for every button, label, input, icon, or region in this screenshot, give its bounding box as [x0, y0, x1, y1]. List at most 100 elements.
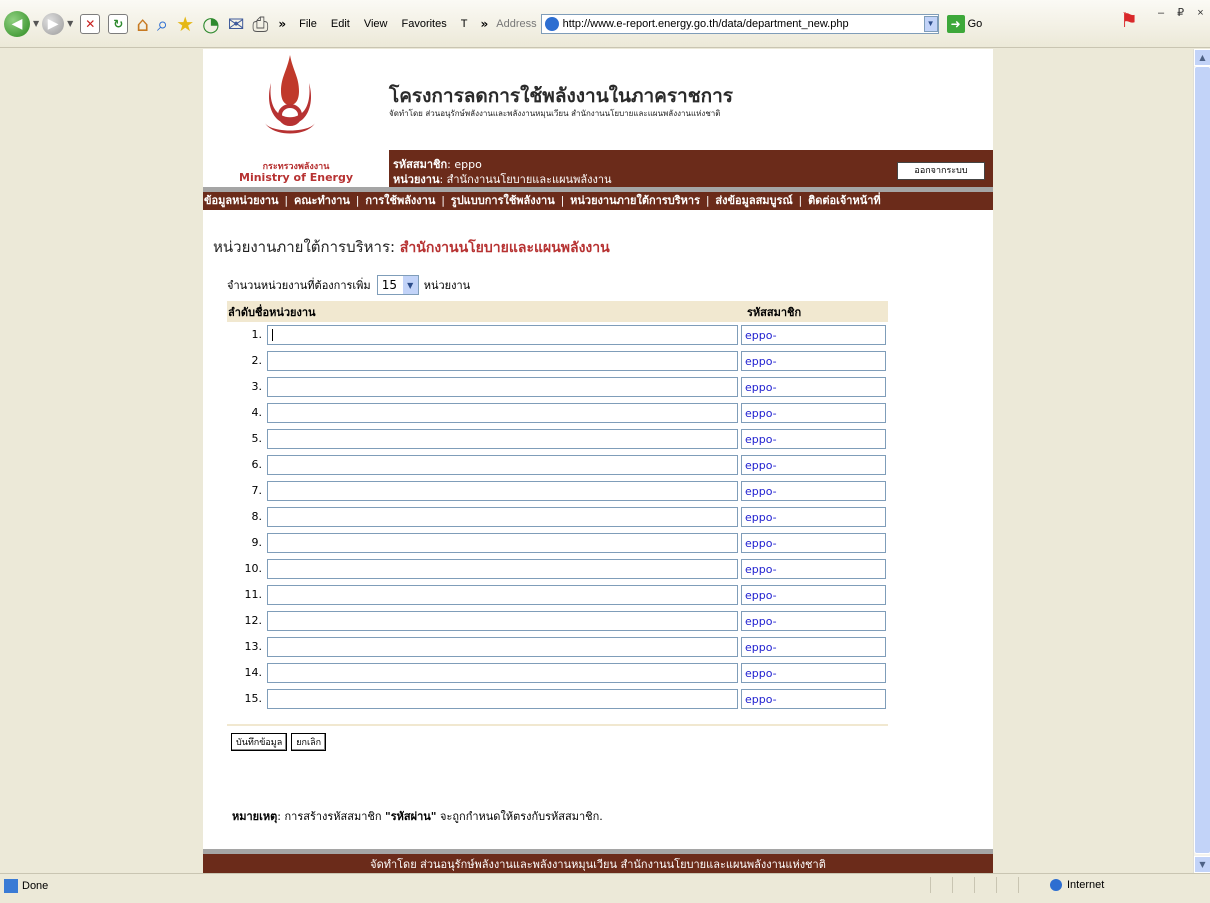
menu-edit[interactable]: Edit — [331, 18, 350, 30]
member-code-input[interactable]: eppo- — [741, 559, 886, 579]
address-bar[interactable]: http://www.e-report.energy.go.th/data/de… — [540, 13, 939, 34]
menu-file[interactable]: File — [299, 18, 317, 30]
menu-overflow-icon[interactable]: » — [480, 17, 488, 31]
table-row: 1. eppo- — [227, 322, 888, 348]
department-name-input[interactable] — [267, 377, 738, 397]
refresh-icon[interactable]: ↻ — [108, 13, 129, 34]
nav-item-sub-units[interactable]: หน่วยงานภายใต้การบริหาร — [570, 194, 700, 207]
menu-view[interactable]: View — [364, 18, 388, 30]
stop-icon[interactable]: ✕ — [80, 13, 101, 34]
table-row: 13. eppo- — [227, 634, 888, 660]
member-code-input[interactable]: eppo- — [741, 533, 886, 553]
logout-button[interactable]: ออกจากระบบ — [897, 162, 985, 180]
member-code-input[interactable]: eppo- — [741, 403, 886, 423]
home-icon[interactable]: ⌂ — [136, 12, 149, 36]
row-number: 13. — [244, 640, 263, 653]
table-row: 5. eppo- — [227, 426, 888, 452]
forward-dropdown-icon[interactable]: ▼ — [67, 19, 73, 28]
favorites-icon[interactable]: ★ — [176, 12, 194, 36]
department-name-input[interactable] — [267, 611, 738, 631]
nav-item-working-group[interactable]: คณะทำงาน — [294, 194, 350, 207]
nav-item-contact[interactable]: ติดต่อเจ้าหน้าที่ — [808, 194, 881, 207]
department-name-input[interactable] — [267, 637, 738, 657]
toolbar-overflow-icon[interactable]: » — [278, 17, 286, 31]
search-icon[interactable]: ⌕ — [157, 12, 168, 36]
department-name-input[interactable] — [267, 325, 738, 345]
go-button[interactable]: Go — [968, 18, 983, 30]
address-url: http://www.e-report.energy.go.th/data/de… — [562, 17, 849, 30]
table-row: 4. eppo- — [227, 400, 888, 426]
member-code-input[interactable]: eppo- — [741, 429, 886, 449]
member-code-input[interactable]: eppo- — [741, 377, 886, 397]
menu-tools[interactable]: T — [461, 18, 468, 30]
member-code-input[interactable]: eppo- — [741, 507, 886, 527]
forward-button[interactable]: ▶ — [42, 8, 65, 40]
nav-item-usage-pattern[interactable]: รูปแบบการใช้พลังงาน — [451, 194, 555, 207]
globe-icon — [1050, 879, 1062, 891]
count-select[interactable]: 15 ▼ — [376, 275, 419, 295]
member-code-input[interactable]: eppo- — [741, 585, 886, 605]
department-name-input[interactable] — [267, 559, 738, 579]
nav-item-unit-info[interactable]: ข้อมูลหน่วยงาน — [204, 194, 279, 207]
table-row: 14. eppo- — [227, 660, 888, 686]
count-unit: หน่วยงาน — [423, 279, 471, 292]
nav-separator: | — [441, 194, 445, 207]
nav-separator: | — [798, 194, 803, 207]
department-name-input[interactable] — [267, 507, 738, 527]
member-code-input[interactable]: eppo- — [741, 481, 886, 501]
web-page: โครงการลดการใช้พลังงานในภาคราชการ จัดทำโ… — [203, 49, 993, 873]
department-name-input[interactable] — [267, 429, 738, 449]
nav-separator: | — [355, 194, 360, 207]
department-name-input[interactable] — [267, 455, 738, 475]
member-code-input[interactable]: eppo- — [741, 637, 886, 657]
ministry-logo-icon — [265, 55, 315, 134]
nav-separator: | — [284, 194, 289, 207]
department-name-input[interactable] — [267, 585, 738, 605]
member-code-input[interactable]: eppo- — [741, 611, 886, 631]
history-icon[interactable]: ◔ — [202, 12, 219, 36]
table-body: 1. eppo- 2. eppo- 3. eppo- 4. eppo- 5. eppo- 6. epp… — [227, 322, 888, 712]
status-text: Done — [22, 880, 49, 892]
status-cell — [996, 877, 1018, 893]
user-info-bar: รหัสสมาชิก: eppo หน่วยงาน: สำนักงานนโยบา… — [389, 150, 993, 187]
nav-item-energy-usage[interactable]: การใช้พลังงาน — [365, 194, 435, 207]
member-code-input[interactable]: eppo- — [741, 689, 886, 709]
department-name-input[interactable] — [267, 663, 738, 683]
vertical-scrollbar[interactable]: ▲ ▼ — [1193, 49, 1210, 873]
row-number: 2. — [251, 354, 263, 367]
scroll-down-icon[interactable]: ▼ — [1194, 856, 1210, 873]
back-button[interactable]: ◀ — [0, 8, 30, 40]
department-name-input[interactable] — [267, 481, 738, 501]
cancel-button[interactable]: ยกเลิก — [291, 733, 327, 751]
address-dropdown-icon[interactable]: ▼ — [923, 15, 938, 32]
menu-favorites[interactable]: Favorites — [402, 18, 447, 30]
department-name-input[interactable] — [267, 403, 738, 423]
go-icon[interactable]: ➜ — [946, 14, 965, 33]
status-bar: Done Internet — [0, 873, 1210, 903]
back-dropdown-icon[interactable]: ▼ — [33, 19, 39, 28]
department-name-input[interactable] — [267, 533, 738, 553]
nav-separator: | — [560, 194, 565, 207]
department-name-input[interactable] — [267, 689, 738, 709]
window-controls[interactable]: – ₽ × — [1158, 6, 1209, 19]
scroll-up-icon[interactable]: ▲ — [1194, 49, 1210, 66]
nav-item-submit-complete[interactable]: ส่งข้อมูลสมบูรณ์ — [715, 194, 792, 207]
project-subtitle: จัดทำโดย ส่วนอนุรักษ์พลังงานและพลังงานหม… — [389, 109, 721, 118]
member-code-input[interactable]: eppo- — [741, 455, 886, 475]
print-icon[interactable]: ⎙ — [252, 12, 268, 36]
page-done-icon — [4, 879, 18, 893]
table-row: 11. eppo- — [227, 582, 888, 608]
status-cell — [974, 877, 996, 893]
member-code-input[interactable]: eppo- — [741, 325, 886, 345]
save-button[interactable]: บันทึกข้อมูล — [231, 733, 288, 751]
document-viewport: โครงการลดการใช้พลังงานในภาคราชการ จัดทำโ… — [0, 49, 1193, 873]
member-code-input[interactable]: eppo- — [741, 351, 886, 371]
department-name-input[interactable] — [267, 351, 738, 371]
note-text-after: จะถูกกำหนดให้ตรงกับรหัสสมาชิก. — [436, 810, 603, 823]
mail-icon[interactable]: ✉ — [228, 12, 245, 36]
column-header-name: ชื่อหน่วยงาน — [255, 305, 316, 319]
scroll-thumb[interactable] — [1194, 66, 1210, 854]
member-code-input[interactable]: eppo- — [741, 663, 886, 683]
windows-logo-icon: ⚑ — [1120, 8, 1138, 32]
row-number: 5. — [251, 432, 263, 445]
